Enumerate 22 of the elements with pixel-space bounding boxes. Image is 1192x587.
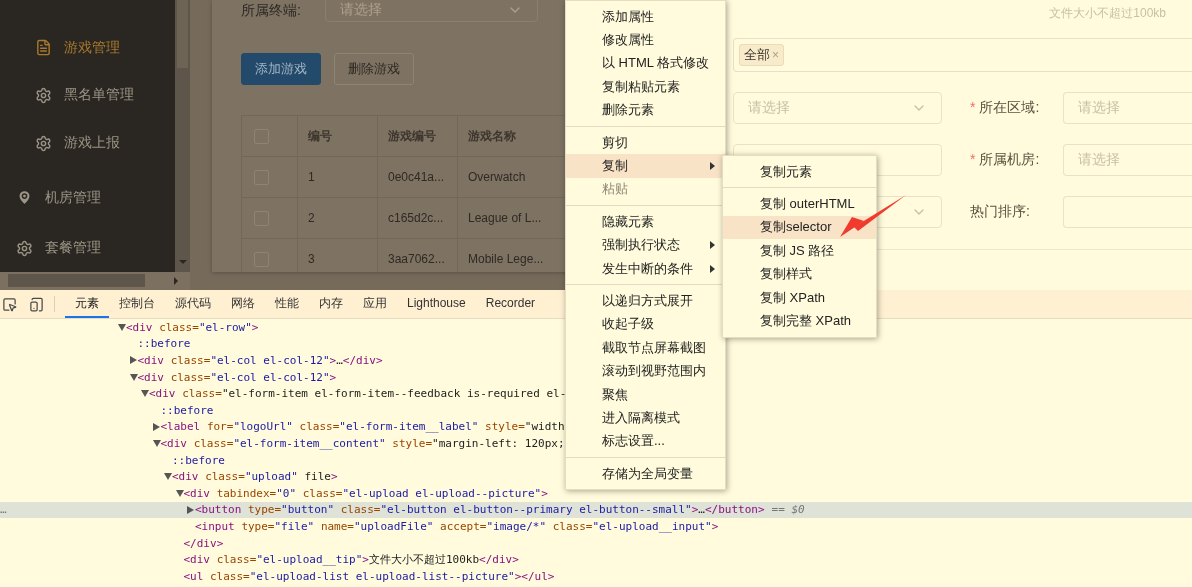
required-mark: * [970, 151, 976, 169]
sidebar-label: 套餐管理 [45, 239, 101, 258]
table-cell: 3aa7062... [378, 239, 458, 272]
column-header: 编号 [298, 116, 378, 157]
table-cell: 3 [298, 239, 378, 272]
table-cell: c165d2c... [378, 198, 458, 239]
column-header: 游戏编号 [378, 116, 458, 157]
sidebar-label: 游戏上报 [64, 134, 120, 153]
filter-label: 所属终端: [241, 2, 302, 20]
sidebar-label: 机房管理 [45, 188, 101, 207]
tag: 全部× [739, 44, 784, 66]
sidebar-label: 黑名单管理 [64, 86, 134, 105]
form-label: 所在区域: [979, 99, 1040, 117]
table-cell: 1 [298, 157, 378, 198]
selected-marker: … [0, 503, 7, 517]
sidebar-label: 游戏管理 [64, 38, 120, 57]
form-label: 所属机房: [979, 151, 1040, 169]
selected-node-hint: == $0 [771, 503, 805, 517]
table-cell: 0e0c41a... [378, 157, 458, 198]
required-mark: * [970, 99, 976, 117]
form-label: 热门排序: [970, 203, 1030, 221]
table-cell: 2 [298, 198, 378, 239]
